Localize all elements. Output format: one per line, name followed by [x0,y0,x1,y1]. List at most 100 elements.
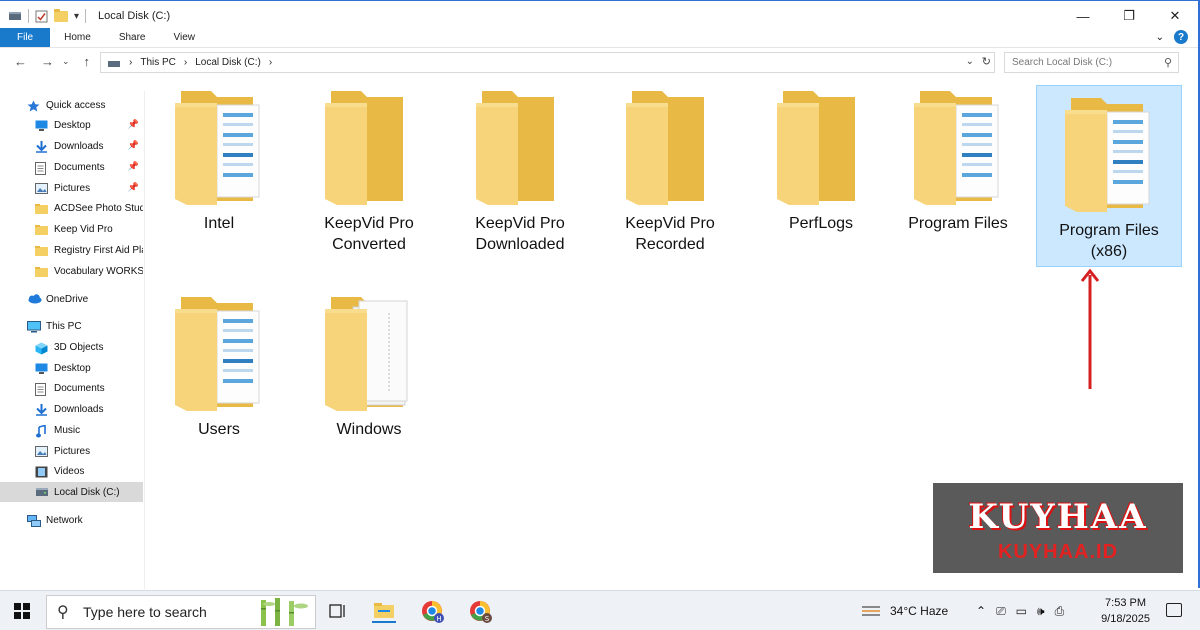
search-icon: ⚲ [1163,57,1172,69]
folder-keepvid-pro-downloaded[interactable]: KeepVid Pro Downloaded [447,87,593,255]
sidebar-item-downloads[interactable]: Downloads 📌 [0,136,143,156]
folder-program-files-x86[interactable]: Program Files (x86) [1036,85,1182,267]
breadcrumb-local-disk[interactable]: Local Disk (C:) [195,57,261,68]
sidebar-item-registry-first-aid-pla[interactable]: Registry First Aid Pla [0,240,143,260]
sidebar-item-label: Videos [54,465,85,477]
red-arrow-annotation [1080,269,1100,389]
sidebar-item-label: Quick access [46,99,106,111]
sidebar-item-pictures[interactable]: Pictures [0,441,143,461]
folder-intel[interactable]: Intel [146,87,292,234]
breadcrumb-this-pc[interactable]: This PC [140,57,176,68]
windows-start-icon[interactable] [14,603,30,619]
tab-share[interactable]: Share [105,28,160,47]
cube-icon [35,342,48,354]
folder-label-line: Intel [203,215,235,232]
address-dropdown-icon[interactable]: ⌄ [966,56,974,67]
sidebar-item-label: Local Disk (C:) [54,486,120,498]
watermark-url: KUYHAA.ID [997,541,1119,563]
cloud-icon [27,293,42,305]
sidebar-item-acdsee-photo-stud[interactable]: ACDSee Photo Stud [0,198,143,218]
folder-label-line: Recorded [635,236,705,253]
folder-keepvid-pro-recorded[interactable]: KeepVid Pro Recorded [597,87,743,255]
folder-users[interactable]: Users [146,293,292,440]
help-icon[interactable]: ? [1174,30,1188,44]
sidebar-item-documents[interactable]: Documents 📌 [0,157,143,177]
chrome-profile-h-icon[interactable]: H [420,599,444,623]
sidebar-item-quick-access[interactable]: Quick access [0,95,143,115]
close-button[interactable]: ✕ [1152,1,1198,31]
chrome-profile-s-icon[interactable]: S [468,599,492,623]
volume-icon[interactable]: 🕪 [1037,604,1045,619]
tab-file[interactable]: File [0,28,51,47]
sidebar-item-this-pc[interactable]: This PC [0,316,143,336]
sidebar-item-label: Vocabulary WORKSI [54,265,143,277]
drive-icon[interactable] [8,10,22,22]
sidebar-item-onedrive[interactable]: OneDrive [0,289,143,309]
address-bar[interactable]: › This PC › Local Disk (C:) › ⌄ ↻ [100,52,995,73]
folder-keepvid-pro-converted[interactable]: KeepVid Pro Converted [296,87,442,255]
weather-widget[interactable]: 34°C Haze [860,591,948,630]
forward-arrow-icon[interactable]: → [41,54,54,69]
refresh-icon[interactable]: ↻ [982,55,991,68]
search-input[interactable]: Search Local Disk (C:) ⚲ [1004,52,1179,73]
expand-ribbon-icon[interactable]: ⌄ [1156,32,1164,43]
taskbar: ⚲ Type here to search H S 34°C Haze ⌃ ⎚ … [0,590,1200,630]
folder-label: Program Files (x86) [1037,220,1181,262]
document-icon [35,161,48,175]
folder-perflogs[interactable]: PerfLogs [748,87,894,234]
computer-icon [27,320,41,332]
tab-view[interactable]: View [160,28,210,47]
sidebar-item-vocabulary-worksi[interactable]: Vocabulary WORKSI [0,261,143,281]
clock[interactable]: 7:53 PM 9/18/2025 [1101,595,1150,627]
taskbar-search-placeholder: Type here to search [83,604,207,620]
folder-label-line: KeepVid Pro [324,215,414,232]
folder-label: Intel [146,213,292,234]
battery-icon[interactable]: ▭ [1016,604,1027,618]
task-view-icon[interactable] [326,599,350,623]
minimize-button[interactable]: — [1060,1,1106,31]
notifications-icon[interactable] [1166,603,1182,617]
folder-program-files[interactable]: Program Files [885,87,1031,234]
show-hidden-icons-icon[interactable]: ⌃ [976,604,986,618]
properties-icon[interactable] [35,10,48,23]
network-tray-icon[interactable]: ⎙ [1055,604,1065,619]
sidebar-item-network[interactable]: Network [0,510,143,530]
taskbar-search-input[interactable]: ⚲ Type here to search [46,595,316,629]
file-explorer-taskbar-icon[interactable] [372,599,396,623]
sidebar-item-downloads[interactable]: Downloads [0,399,143,419]
sidebar-item-music[interactable]: Music [0,420,143,440]
sidebar-item-3d-objects[interactable]: 3D Objects [0,337,143,357]
pin-icon: 📌 [127,119,139,129]
folder-icon [914,91,999,205]
folder-windows[interactable]: Windows [296,293,442,440]
sidebar-item-videos[interactable]: Videos [0,461,143,481]
sidebar-item-desktop[interactable]: Desktop [0,358,143,378]
desktop-icon [35,363,48,374]
up-arrow-icon[interactable]: ↑ [84,54,91,69]
customize-toolbar-icon[interactable]: ▾ [74,11,79,22]
back-arrow-icon[interactable]: ← [14,54,27,69]
sidebar-item-desktop[interactable]: Desktop 📌 [0,115,143,135]
folder-label-line: Users [198,421,240,438]
recent-locations-icon[interactable]: ⌄ [62,56,70,67]
chrome-badge-s: S [485,615,490,623]
download-arrow-icon [35,403,48,416]
restore-button[interactable]: ❐ [1106,1,1152,31]
folder-label-line: Converted [332,236,406,253]
sidebar-item-documents[interactable]: Documents [0,378,143,398]
sidebar-item-pictures[interactable]: Pictures 📌 [0,178,143,198]
folder-label-line: Program Files [1059,222,1159,239]
breadcrumb-separator: › [183,57,188,68]
tab-home[interactable]: Home [50,28,105,47]
folder-icon [325,297,408,411]
sidebar-item-local-disk-c[interactable]: Local Disk (C:) [0,482,143,502]
sidebar-item-label: Desktop [54,362,91,374]
new-folder-icon[interactable] [54,8,68,22]
meet-now-icon[interactable]: ⎚ [996,604,1006,619]
pin-icon: 📌 [127,161,139,171]
sidebar-item-label: Music [54,424,81,436]
sidebar-item-keep-vid-pro[interactable]: Keep Vid Pro [0,219,143,239]
sidebar-item-label: Documents [54,382,105,394]
sidebar-item-label: Keep Vid Pro [54,223,113,235]
network-icon [27,514,41,527]
